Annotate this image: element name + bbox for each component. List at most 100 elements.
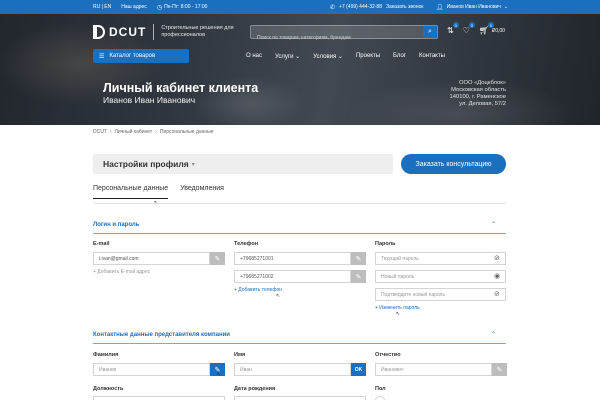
nav-item-contacts[interactable]: Контакты xyxy=(419,53,445,60)
current-password-field[interactable]: Текущий пароль xyxy=(375,252,506,265)
cursor-icon: ↖ xyxy=(276,293,281,299)
chevron-up-icon[interactable]: ⌃ xyxy=(491,331,496,338)
email-label: E-mail xyxy=(93,241,110,247)
breadcrumb: DCUT › Личный кабинет › Персональные дан… xyxy=(93,129,214,135)
breadcrumb-current: Персональные данные xyxy=(159,129,214,135)
position-field[interactable] xyxy=(93,396,225,400)
caret-down-icon: ▾ xyxy=(191,161,195,168)
nav-item-about[interactable]: О нас xyxy=(246,53,262,60)
search-input[interactable] xyxy=(251,32,423,44)
cart-icon[interactable]: 🛒︎ 0 xyxy=(479,22,495,35)
tab-notifications[interactable]: Уведомления xyxy=(180,185,224,199)
position-label: Должность xyxy=(93,386,124,392)
profile-tabs: Персональные данные Уведомления xyxy=(93,185,224,199)
edit-phone-1-button[interactable]: ✎ xyxy=(351,252,366,265)
password-label: Пароль xyxy=(375,241,396,247)
user-menu[interactable]: 👤︎ Иванов Иван Иванович ⌄ xyxy=(436,4,508,11)
add-phone-link[interactable]: + Добавить телефон xyxy=(234,287,282,293)
menu-icon: ☰ xyxy=(99,53,105,60)
search-button[interactable]: ⌕ xyxy=(423,26,437,38)
contact-section-title: Контактные данные представителя компании xyxy=(93,332,230,338)
header-icons: ⇅ 0 ♡ 0 🛒︎ 0 ₽0,00 xyxy=(447,22,505,35)
confirm-password-field[interactable]: Подтвердите новый пароль xyxy=(375,288,506,301)
clock-icon: ◷ xyxy=(156,4,163,11)
nav-item-services[interactable]: Услуги ⌄ xyxy=(275,53,300,60)
breadcrumb-cabinet[interactable]: Личный кабинет xyxy=(115,129,153,135)
nav-item-blog[interactable]: Блог xyxy=(393,53,406,60)
phone-icon: ✆ xyxy=(330,4,336,11)
profile-settings-dropdown[interactable]: Настройки профиля ▾ xyxy=(93,154,393,174)
tagline: Строительные решения для профессионалов xyxy=(161,25,234,38)
login-section-title: Логин и пароль xyxy=(93,222,140,228)
hours: ◷ Пн-Пт: 8:00 - 17:00 xyxy=(156,4,208,11)
top-bar: RU | EN Наш адрес ◷ Пн-Пт: 8:00 - 17:00 … xyxy=(0,0,600,14)
cursor-icon: ↖ xyxy=(396,311,401,317)
consultation-button[interactable]: Заказать консультацию xyxy=(401,154,506,174)
nav-item-projects[interactable]: Проекты xyxy=(356,53,380,60)
page-subtitle: Иванов Иван Иванович xyxy=(103,95,196,105)
hero-banner: DCUT Строительные решения для профессион… xyxy=(0,14,600,125)
phone-field-1[interactable]: +79685271001 xyxy=(234,252,351,265)
breadcrumb-home[interactable]: DCUT xyxy=(93,129,107,135)
company-address: ООО «Доцкблок» Московская область 140100… xyxy=(449,80,506,107)
edit-middle-name-button[interactable]: ✎ xyxy=(492,363,507,376)
page-title: Личный кабинет клиента xyxy=(103,81,259,95)
last-name-label: Фамилия xyxy=(93,352,119,358)
confirm-first-name-button[interactable]: OK xyxy=(351,363,366,376)
first-name-label: Имя xyxy=(234,352,246,358)
chevron-down-icon: ⌄ xyxy=(503,4,509,10)
tab-personal-data[interactable]: Персональные данные xyxy=(93,185,169,199)
middle-name-label: Отчество xyxy=(375,352,401,358)
pencil-icon: ✎ xyxy=(355,255,362,263)
birth-date-field[interactable] xyxy=(234,396,366,400)
search-box: ⌕ xyxy=(250,25,438,44)
add-email-link[interactable]: + Добавить E-mail адрес xyxy=(93,269,150,275)
eye-icon[interactable]: ◉ xyxy=(494,272,500,280)
first-name-field[interactable]: Иван xyxy=(234,363,351,376)
chevron-down-icon: ⌄ xyxy=(337,54,343,60)
phone-link[interactable]: +7 (499) 444-32-88 xyxy=(339,4,382,10)
cart-badge: 0 xyxy=(488,22,495,28)
birth-date-label: Дата рождения xyxy=(234,386,276,392)
phone-field-2[interactable]: +79685271002 xyxy=(234,270,351,283)
main-nav: О нас Услуги ⌄ Условия ⌄ Проекты Блог Ко… xyxy=(246,53,445,60)
gender-label: Пол xyxy=(375,386,386,392)
section-divider xyxy=(93,343,506,344)
cart-sum: ₽0,00 xyxy=(492,27,505,34)
callback-link[interactable]: Заказать звонок xyxy=(386,4,423,10)
favorites-icon[interactable]: ♡ 0 xyxy=(463,22,475,35)
favorites-badge: 0 xyxy=(468,22,475,28)
search-icon: ⌕ xyxy=(428,28,432,35)
logo-separator xyxy=(153,24,155,40)
logo[interactable]: DCUT Строительные решения для профессион… xyxy=(93,24,241,40)
last-name-field[interactable]: Иванов xyxy=(93,363,210,376)
catalog-button[interactable]: ☰ Каталог товаров xyxy=(93,49,189,63)
email-field[interactable]: i.ivan@gmail.com xyxy=(93,252,210,265)
new-password-field[interactable]: Новый пароль xyxy=(375,270,506,283)
eye-off-icon[interactable]: ⊘ xyxy=(494,290,500,298)
language-switch[interactable]: RU | EN xyxy=(93,4,111,10)
user-name: Иванов Иван Иванович xyxy=(446,4,501,10)
compare-icon[interactable]: ⇅ 0 xyxy=(447,22,459,35)
user-icon: 👤︎ xyxy=(436,4,444,11)
pencil-icon: ✎ xyxy=(355,273,362,281)
pencil-icon: ✎ xyxy=(496,366,503,374)
chevron-right-icon: › xyxy=(109,129,112,135)
pencil-icon: ✎ xyxy=(214,255,221,263)
compare-badge: 0 xyxy=(452,22,459,28)
phone-label: Телефон xyxy=(234,241,259,247)
chevron-right-icon: › xyxy=(155,129,157,135)
eye-off-icon[interactable]: ⊘ xyxy=(494,254,500,262)
tabs-divider xyxy=(93,203,506,204)
stores-link[interactable]: Наш адрес xyxy=(121,4,147,10)
edit-phone-2-button[interactable]: ✎ xyxy=(351,270,366,283)
middle-name-field[interactable]: Иванович xyxy=(375,363,492,376)
gender-radio[interactable] xyxy=(375,396,385,400)
cursor-icon: ↖ xyxy=(217,372,222,378)
nav-item-conditions[interactable]: Условия ⌄ xyxy=(313,53,343,60)
section-divider xyxy=(93,233,506,234)
logo-mark-icon xyxy=(93,25,105,39)
chevron-down-icon: ⌄ xyxy=(295,54,301,60)
edit-email-button[interactable]: ✎ xyxy=(210,252,225,265)
chevron-up-icon[interactable]: ⌃ xyxy=(491,221,496,228)
